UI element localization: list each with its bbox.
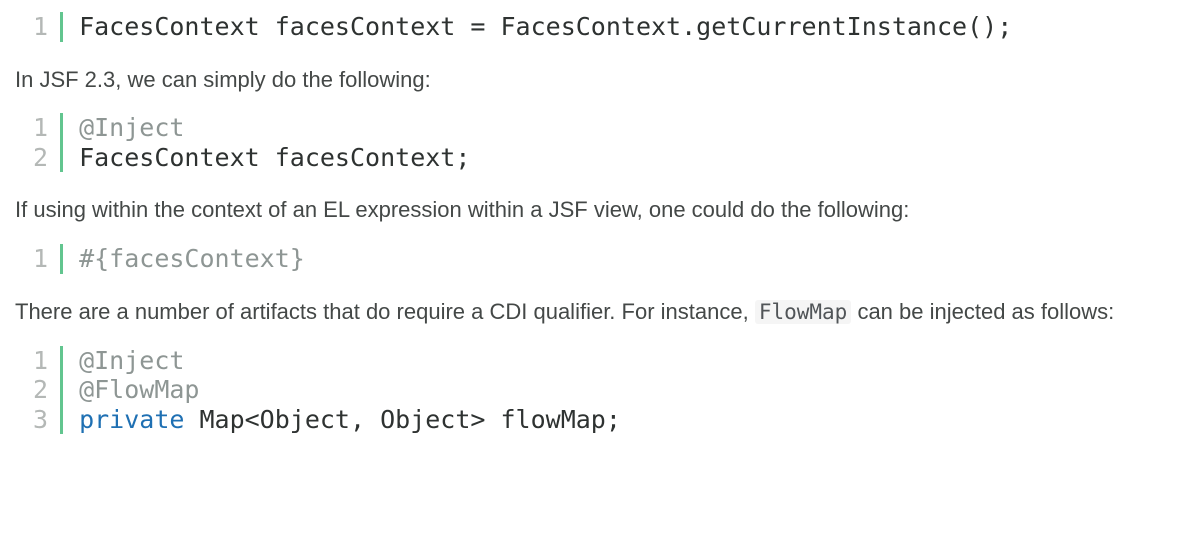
line-number: 1 — [33, 113, 48, 143]
code-line: FacesContext facesContext; — [79, 143, 470, 173]
prose-text: can be injected as follows: — [851, 299, 1114, 324]
line-number: 2 — [33, 375, 48, 405]
line-number: 1 — [33, 346, 48, 376]
inline-code-flowmap: FlowMap — [755, 300, 852, 324]
code-line: FacesContext facesContext = FacesContext… — [79, 12, 1012, 42]
prose-paragraph-3: There are a number of artifacts that do … — [15, 296, 1185, 328]
code-token: @Inject — [79, 113, 184, 142]
prose-text: There are a number of artifacts that do … — [15, 299, 755, 324]
code-token: #{facesContext} — [79, 244, 305, 273]
code-token: FacesContext facesContext; — [79, 143, 470, 172]
code-block-3: 1 #{facesContext} — [33, 244, 1185, 274]
line-number: 1 — [33, 244, 48, 274]
code-line-numbers: 1 — [33, 12, 63, 42]
prose-paragraph-2: If using within the context of an EL exp… — [15, 194, 1185, 226]
code-line: private Map<Object, Object> flowMap; — [79, 405, 621, 435]
code-line-numbers: 1 — [33, 244, 63, 274]
code-token: private — [79, 405, 184, 434]
code-block-1: 1 FacesContext facesContext = FacesConte… — [33, 12, 1185, 42]
code-token: Map<Object, Object> flowMap; — [184, 405, 621, 434]
code-line: @FlowMap — [79, 375, 621, 405]
code-line: #{facesContext} — [79, 244, 305, 274]
line-number: 1 — [33, 12, 48, 42]
code-line: @Inject — [79, 346, 621, 376]
code-content: #{facesContext} — [63, 244, 305, 274]
line-number: 3 — [33, 405, 48, 435]
prose-paragraph-1: In JSF 2.3, we can simply do the followi… — [15, 64, 1185, 96]
line-number: 2 — [33, 143, 48, 173]
code-token: @Inject — [79, 346, 184, 375]
code-token: @FlowMap — [79, 375, 199, 404]
code-block-4: 123 @Inject@FlowMapprivate Map<Object, O… — [33, 346, 1185, 435]
code-block-2: 12 @InjectFacesContext facesContext; — [33, 113, 1185, 172]
code-line-numbers: 12 — [33, 113, 63, 172]
code-token: FacesContext facesContext = FacesContext… — [79, 12, 1012, 41]
code-line-numbers: 123 — [33, 346, 63, 435]
code-line: @Inject — [79, 113, 470, 143]
code-content: @Inject@FlowMapprivate Map<Object, Objec… — [63, 346, 621, 435]
code-content: @InjectFacesContext facesContext; — [63, 113, 470, 172]
code-content: FacesContext facesContext = FacesContext… — [63, 12, 1012, 42]
